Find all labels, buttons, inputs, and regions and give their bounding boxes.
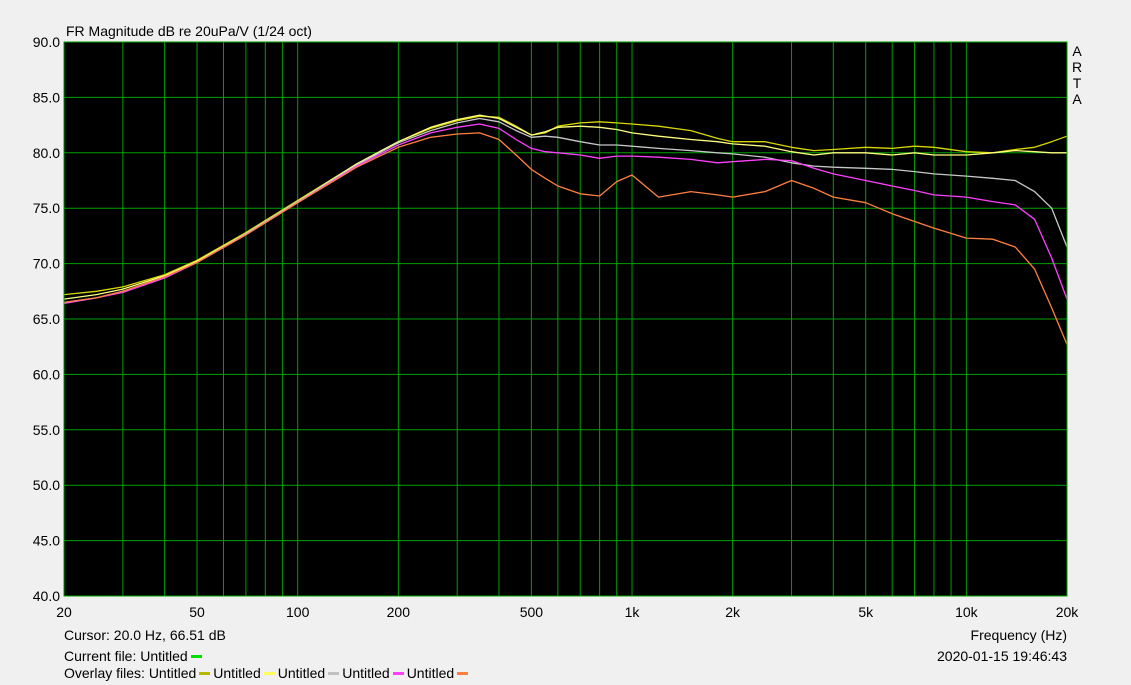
y-tick-label: 65.0 <box>33 311 60 327</box>
y-tick-label: 40.0 <box>33 588 60 604</box>
y-tick-label: 90.0 <box>33 34 60 50</box>
x-tick-label: 20k <box>1056 604 1080 620</box>
y-tick-label: 50.0 <box>33 477 60 493</box>
frequency-response-chart: 40.0 45.0 50.0 55.0 60.0 65.0 70.0 75.0 80.0 85.0… <box>33 23 1083 620</box>
x-tick-label: 10k <box>955 604 979 620</box>
y-tick-label: 75.0 <box>33 200 60 216</box>
overlay-swatch <box>392 671 404 675</box>
overlay-label: Overlay files: <box>64 665 145 681</box>
x-tick-label: 500 <box>520 604 544 620</box>
arta-corner-label: ARTA <box>1072 43 1082 107</box>
y-tick-label: 45.0 <box>33 533 60 549</box>
timestamp: 2020-01-15 19:46:43 <box>937 648 1067 664</box>
y-tick-label: 70.0 <box>33 256 60 272</box>
corner-letter: A <box>1072 43 1082 59</box>
current-file: Current file: Untitled <box>64 648 205 664</box>
overlay-file-name: Untitled <box>406 665 455 681</box>
corner-letter: R <box>1072 59 1082 75</box>
overlay-files: Overlay files: Untitled Untitled Untitled U… <box>64 665 471 681</box>
y-tick-label: 85.0 <box>33 89 60 105</box>
current-file-swatch <box>190 654 202 658</box>
x-tick-label: 1k <box>625 604 641 620</box>
chart-title: FR Magnitude dB re 20uPa/V (1/24 oct) <box>66 23 312 39</box>
overlay-swatch <box>457 671 469 675</box>
x-tick-labels: 20 50 100 200 500 1k 2k 5k 10k 20k <box>56 604 1079 620</box>
y-tick-label: 55.0 <box>33 422 60 438</box>
corner-letter: T <box>1073 75 1082 91</box>
y-tick-label: 60.0 <box>33 366 60 382</box>
cursor-readout: Cursor: 20.0 Hz, 66.51 dB <box>64 627 226 643</box>
overlay-swatch <box>263 671 275 675</box>
x-axis-label: Frequency (Hz) <box>970 627 1067 643</box>
overlay-file-name: Untitled <box>277 665 326 681</box>
overlay-file-name: Untitled <box>148 665 197 681</box>
corner-letter: A <box>1072 91 1082 107</box>
x-tick-label: 200 <box>387 604 411 620</box>
x-tick-label: 5k <box>858 604 874 620</box>
overlay-file-name: Untitled <box>213 665 261 681</box>
x-tick-label: 100 <box>286 604 310 620</box>
overlay-swatch <box>199 671 211 675</box>
y-tick-label: 80.0 <box>33 145 60 161</box>
x-tick-label: 20 <box>56 604 72 620</box>
x-tick-label: 50 <box>189 604 205 620</box>
overlay-file-name: Untitled <box>342 665 390 681</box>
y-tick-labels: 40.0 45.0 50.0 55.0 60.0 65.0 70.0 75.0 80.0 85.0… <box>33 34 60 604</box>
overlay-swatch <box>328 671 340 675</box>
current-file-name: Untitled <box>140 648 188 664</box>
x-tick-label: 2k <box>725 604 741 620</box>
current-file-label: Current file: <box>64 648 137 664</box>
